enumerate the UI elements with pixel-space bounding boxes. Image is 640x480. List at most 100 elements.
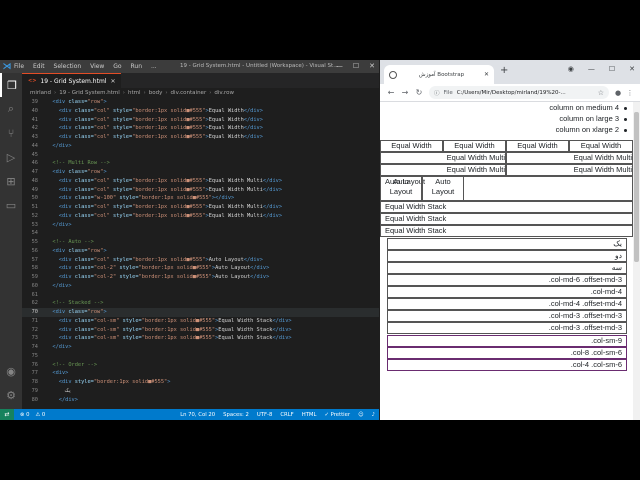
scrollbar-thumb[interactable]: [634, 112, 639, 262]
explorer-icon[interactable]: ❐: [0, 73, 22, 97]
code-token: class=: [74, 256, 94, 263]
extensions-icon[interactable]: ⊞: [0, 169, 22, 193]
status-spaces[interactable]: Spaces: 2: [223, 412, 249, 418]
breadcrumb-item[interactable]: 19 - Grid System.html: [59, 90, 120, 96]
code-line[interactable]: 62 <!-- Stacked -->: [22, 299, 379, 308]
code-line[interactable]: 43 <div class="col" style="border:1px so…: [22, 133, 379, 142]
search-icon[interactable]: ⌕: [0, 97, 22, 121]
feedback-icon[interactable]: ☺: [358, 412, 364, 418]
code-line[interactable]: 40 <div class="col" style="border:1px so…: [22, 107, 379, 116]
status-warnings[interactable]: ⚠ 0: [36, 412, 46, 418]
gear-icon[interactable]: ⚙: [0, 383, 22, 407]
code-line[interactable]: 53 </div>: [22, 221, 379, 230]
code-line[interactable]: 50 <div class="w-100" style="border:1px …: [22, 194, 379, 203]
star-icon[interactable]: ☆: [598, 89, 604, 97]
code-line[interactable]: 73 <div class="col-sm" style="border:1px…: [22, 334, 379, 343]
code-line[interactable]: 45: [22, 151, 379, 160]
reload-icon[interactable]: ↻: [412, 88, 426, 97]
code-editor[interactable]: 39 <div class="row"> 40 <div class="col" …: [22, 98, 379, 409]
account-icon[interactable]: ●: [612, 89, 624, 97]
code-line[interactable]: 54: [22, 229, 379, 238]
code-line[interactable]: 79 یک: [22, 387, 379, 396]
code-line[interactable]: 41 <div class="col" style="border:1px so…: [22, 116, 379, 125]
breadcrumb-item[interactable]: div.container: [171, 90, 207, 96]
code-line[interactable]: 51 <div class="col" style="border:1px so…: [22, 203, 379, 212]
code-line[interactable]: 58 <div class="col-2" style="border:1px …: [22, 264, 379, 273]
code-line[interactable]: 47 <div class="row">: [22, 168, 379, 177]
more-menu-icon[interactable]: ⋮: [624, 89, 636, 97]
code-token: <div: [58, 265, 75, 272]
minimize-icon[interactable]: —: [336, 62, 343, 70]
breadcrumb-item[interactable]: mirland: [30, 90, 51, 96]
close-tab-icon[interactable]: ✕: [110, 78, 115, 85]
status-encoding[interactable]: UTF-8: [257, 412, 272, 418]
code-token: style=: [113, 177, 133, 184]
close-icon[interactable]: ✕: [629, 65, 635, 73]
remote-explorer-icon[interactable]: ▭: [0, 193, 22, 217]
menu-file[interactable]: File: [14, 63, 24, 70]
run-debug-icon[interactable]: ▷: [0, 145, 22, 169]
status-errors[interactable]: ⊗ 0: [20, 412, 30, 418]
code-token: Equal Width Multi: [208, 186, 263, 193]
account-icon[interactable]: ◉: [0, 359, 22, 383]
status-language[interactable]: HTML: [302, 412, 317, 418]
code-token: <!-- Order -->: [52, 361, 98, 368]
menu-edit[interactable]: Edit: [33, 63, 45, 70]
breadcrumb: mirland › 19 - Grid System.html › html › bo…: [22, 88, 379, 98]
page-viewport[interactable]: column on medium 4 column on large 3 col…: [380, 102, 640, 420]
address-bar[interactable]: ⓘ File C:/Users/Mir/Desktop/mirland/19%2…: [429, 86, 609, 99]
record-icon[interactable]: ◉: [568, 65, 574, 73]
maximize-icon[interactable]: ☐: [609, 65, 615, 73]
minimize-icon[interactable]: —: [588, 65, 595, 73]
code-line[interactable]: 55 <!-- Auto -->: [22, 238, 379, 247]
status-position[interactable]: Ln 70, Col 20: [180, 412, 215, 418]
close-tab-icon[interactable]: ✕: [484, 71, 489, 78]
breadcrumb-item[interactable]: div.row: [214, 90, 234, 96]
status-prettier[interactable]: ✓ Prettier: [324, 412, 350, 418]
code-line[interactable]: 76 <!-- Order -->: [22, 361, 379, 370]
code-line[interactable]: 71 <div class="col-sm" style="border:1px…: [22, 317, 379, 326]
forward-icon[interactable]: →: [398, 88, 412, 97]
source-control-icon[interactable]: ⑂: [0, 121, 22, 145]
menu-view[interactable]: View: [90, 63, 104, 70]
code-line[interactable]: 48 <div class="col" style="border:1px so…: [22, 177, 379, 186]
menu-run[interactable]: Run: [131, 63, 143, 70]
menu-more[interactable]: ...: [151, 63, 157, 70]
close-icon[interactable]: ✕: [369, 62, 375, 70]
code-line[interactable]: 42 <div class="col" style="border:1px so…: [22, 124, 379, 133]
code-token: Auto Layout: [215, 274, 251, 280]
code-line[interactable]: 39 <div class="row">: [22, 98, 379, 107]
status-eol[interactable]: CRLF: [280, 412, 293, 418]
menu-selection[interactable]: Selection: [54, 63, 82, 70]
breadcrumb-item[interactable]: body: [149, 90, 163, 96]
back-icon[interactable]: ←: [384, 88, 398, 97]
scrollbar[interactable]: [633, 102, 640, 420]
browser-tab[interactable]: آموزش Bootstrap ✕: [384, 65, 494, 84]
remote-icon[interactable]: ⇄: [0, 409, 14, 420]
maximize-icon[interactable]: ☐: [353, 62, 359, 70]
code-line[interactable]: 57 <div class="col" style="border:1px so…: [22, 256, 379, 265]
code-line[interactable]: 72 <div class="col-sm" style="border:1px…: [22, 326, 379, 335]
code-line[interactable]: 61: [22, 291, 379, 300]
code-text: </div>: [46, 221, 71, 230]
new-tab-icon[interactable]: +: [500, 65, 508, 76]
breadcrumb-item[interactable]: html: [128, 90, 141, 96]
code-line[interactable]: 60 </div>: [22, 282, 379, 291]
code-line[interactable]: 52 <div class="col" style="border:1px so…: [22, 212, 379, 221]
code-line[interactable]: 80 </div>: [22, 396, 379, 405]
code-line[interactable]: 49 <div class="col" style="border:1px so…: [22, 186, 379, 195]
code-line[interactable]: 78 <div style="border:1px solid■#555">: [22, 378, 379, 387]
code-line[interactable]: 75: [22, 352, 379, 361]
code-line[interactable]: 44 </div>: [22, 142, 379, 151]
menu-go[interactable]: Go: [113, 63, 121, 70]
code-line[interactable]: 46 <!-- Multi Row -->: [22, 159, 379, 168]
code-line[interactable]: 77 <div>: [22, 369, 379, 378]
code-line[interactable]: 59 <div class="col-2" style="border:1px …: [22, 273, 379, 282]
code-line[interactable]: 70 <div class="row">: [22, 308, 379, 317]
code-line[interactable]: 74 </div>: [22, 343, 379, 352]
grid-cell: col-md-3 .offset-md-3.: [387, 310, 627, 322]
code-token: style=: [113, 204, 133, 210]
bell-icon[interactable]: ♪: [372, 412, 375, 418]
code-line[interactable]: 56 <div class="row">: [22, 247, 379, 256]
editor-tab-grid-system[interactable]: <> 19 - Grid System.html ✕: [22, 73, 122, 88]
